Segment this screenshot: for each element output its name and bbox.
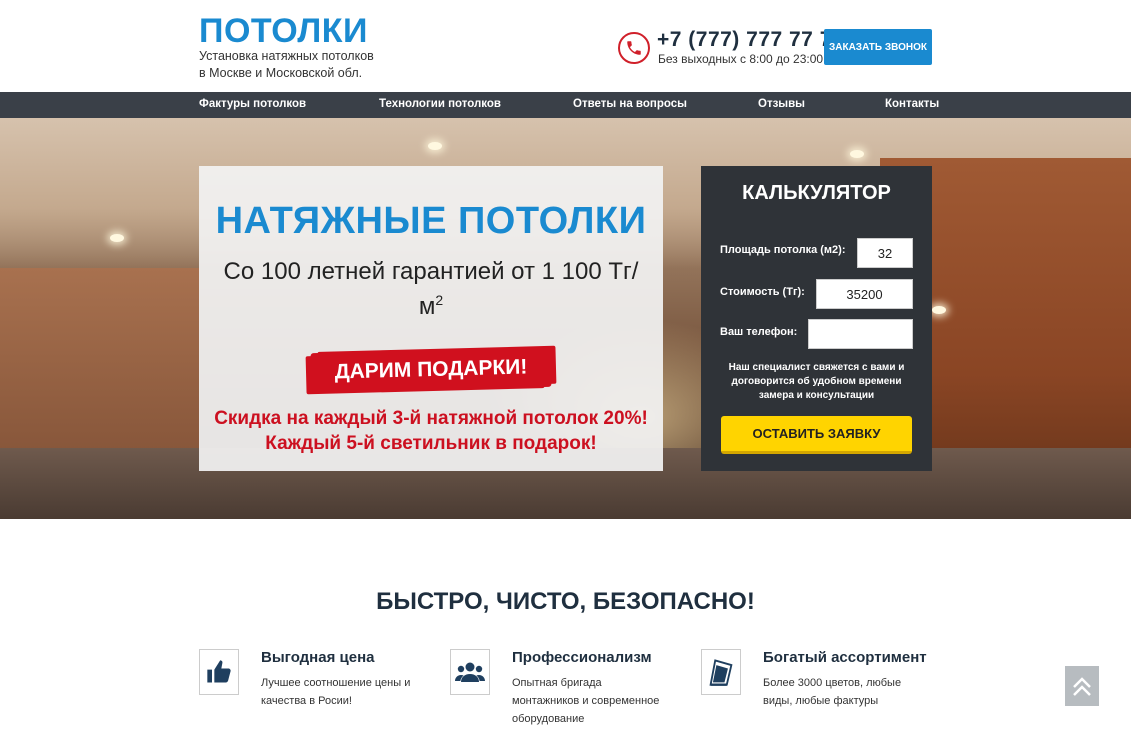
feature-text-line: оборудование [512,713,585,725]
offer-unit-exponent: 2 [435,292,444,308]
feature-title-assortment: Богатый ассортимент [763,649,927,666]
scroll-to-top-button[interactable] [1065,666,1099,706]
calculator-note: Наш специалист свяжется с вами и договор… [728,362,905,401]
spotlight-icon [932,306,946,314]
working-hours: Без выходных с 8:00 до 23:00 [658,52,824,66]
feature-title-professionalism: Профессионализм [512,649,652,666]
spotlight-icon [850,150,864,158]
cost-label: Стоимость (Тг): [720,286,805,298]
calculator-panel: КАЛЬКУЛЯТОР Площадь потолка (м2): 32 Сто… [701,166,932,471]
feature-text-line: качества в Росии! [261,695,352,707]
spotlight-icon [110,234,124,242]
feature-text-professionalism: Опытная бригада монтажников и современно… [512,674,682,728]
double-chevron-up-icon [1073,677,1091,696]
feature-text-line: монтажников и современное [512,695,660,707]
tagline-line-2: в Москве и Московской обл. [199,66,363,80]
nav-item-technologies[interactable]: Технологии потолков [379,98,501,110]
area-input[interactable]: 32 [857,238,913,268]
spotlight-icon [428,142,442,150]
feature-title-price: Выгодная цена [261,649,375,666]
promo-text: Скидка на каждый 3-й натяжной потолок 20… [199,406,663,456]
offer-unit: м [418,293,436,320]
phone-label: Ваш телефон: [720,326,798,338]
phone-input[interactable] [808,319,913,349]
feature-text-line: виды, любые фактуры [763,695,879,707]
gift-badge: ДАРИМ ПОДАРКИ! [310,346,552,394]
area-label: Площадь потолка (м2): [720,244,846,256]
offer-subtitle-line-2: м2 [209,286,653,321]
offer-panel: НАТЯЖНЫЕ ПОТОЛКИ Со 100 летней гарантией… [199,166,663,471]
offer-subtitle: Со 100 летней гарантией от 1 100 Тг/ м2 [209,258,653,321]
site-header: ПОТОЛКИ Установка натяжных потолков в Мо… [0,0,1140,92]
nav-item-faq[interactable]: Ответы на вопросы [573,98,687,110]
swatches-icon [701,649,741,695]
promo-line-1: Скидка на каждый 3-й натяжной потолок 20… [214,408,648,429]
offer-title: НАТЯЖНЫЕ ПОТОЛКИ [215,200,647,242]
submit-request-button[interactable]: ОСТАВИТЬ ЗАЯВКУ [721,416,912,454]
nav-item-reviews[interactable]: Отзывы [758,98,805,110]
calculator-title: КАЛЬКУЛЯТОР [742,182,891,204]
phone-number[interactable]: +7 (777) 777 77 77 [657,28,844,52]
feature-text-line: Лучшее соотношение цены и [261,677,411,689]
logo[interactable]: ПОТОЛКИ [199,12,368,50]
feature-text-line: Опытная бригада [512,677,602,689]
feature-text-price: Лучшее соотношение цены и качества в Рос… [261,674,431,710]
features-title: БЫСТРО, ЧИСТО, БЕЗОПАСНО! [376,588,755,615]
main-nav: Фактуры потолков Технологии потолков Отв… [0,92,1131,118]
feature-text-line: Более 3000 цветов, любые [763,677,902,689]
thumbs-up-icon [199,649,239,695]
feature-text-assortment: Более 3000 цветов, любые виды, любые фак… [763,674,933,710]
promo-line-2: Каждый 5-й светильник в подарок! [265,433,597,454]
hero-section: НАТЯЖНЫЕ ПОТОЛКИ Со 100 летней гарантией… [0,118,1131,519]
tagline: Установка натяжных потолков в Москве и М… [199,48,399,82]
nav-item-textures[interactable]: Фактуры потолков [199,98,306,110]
nav-item-contacts[interactable]: Контакты [885,98,939,110]
phone-icon [618,32,650,64]
offer-subtitle-line-1: Со 100 летней гарантией от 1 100 Тг/ [223,258,639,285]
callback-button[interactable]: ЗАКАЗАТЬ ЗВОНОК [824,29,932,65]
cost-input[interactable]: 35200 [816,279,913,309]
tagline-line-1: Установка натяжных потолков [199,49,374,63]
users-icon [450,649,490,695]
